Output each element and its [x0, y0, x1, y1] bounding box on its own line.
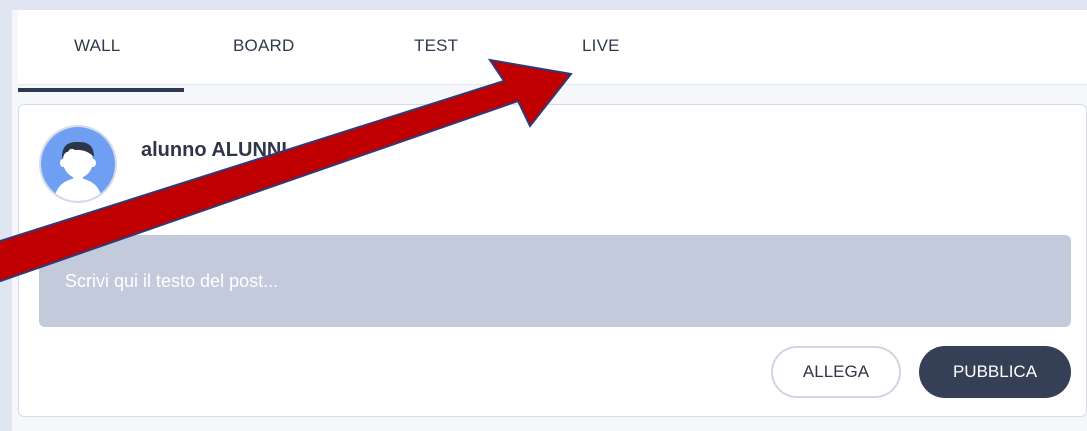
- post-author-name: alunno ALUNNI: [141, 139, 287, 161]
- class-wall-panel: WALL BOARD TEST LIVE alunno ALUNNI ALLEG…: [12, 10, 1087, 431]
- attach-button[interactable]: ALLEGA: [771, 346, 901, 398]
- publish-button[interactable]: PUBBLICA: [919, 346, 1071, 398]
- tab-live[interactable]: LIVE: [582, 36, 620, 56]
- user-avatar-icon: [39, 125, 117, 203]
- post-composer-card: alunno ALUNNI ALLEGA PUBBLICA: [18, 104, 1087, 417]
- post-text-input[interactable]: [39, 235, 1071, 327]
- tab-bar: WALL BOARD TEST LIVE: [17, 10, 1087, 92]
- tab-board[interactable]: BOARD: [233, 36, 294, 56]
- tab-wall[interactable]: WALL: [17, 36, 186, 92]
- tab-test[interactable]: TEST: [414, 36, 458, 56]
